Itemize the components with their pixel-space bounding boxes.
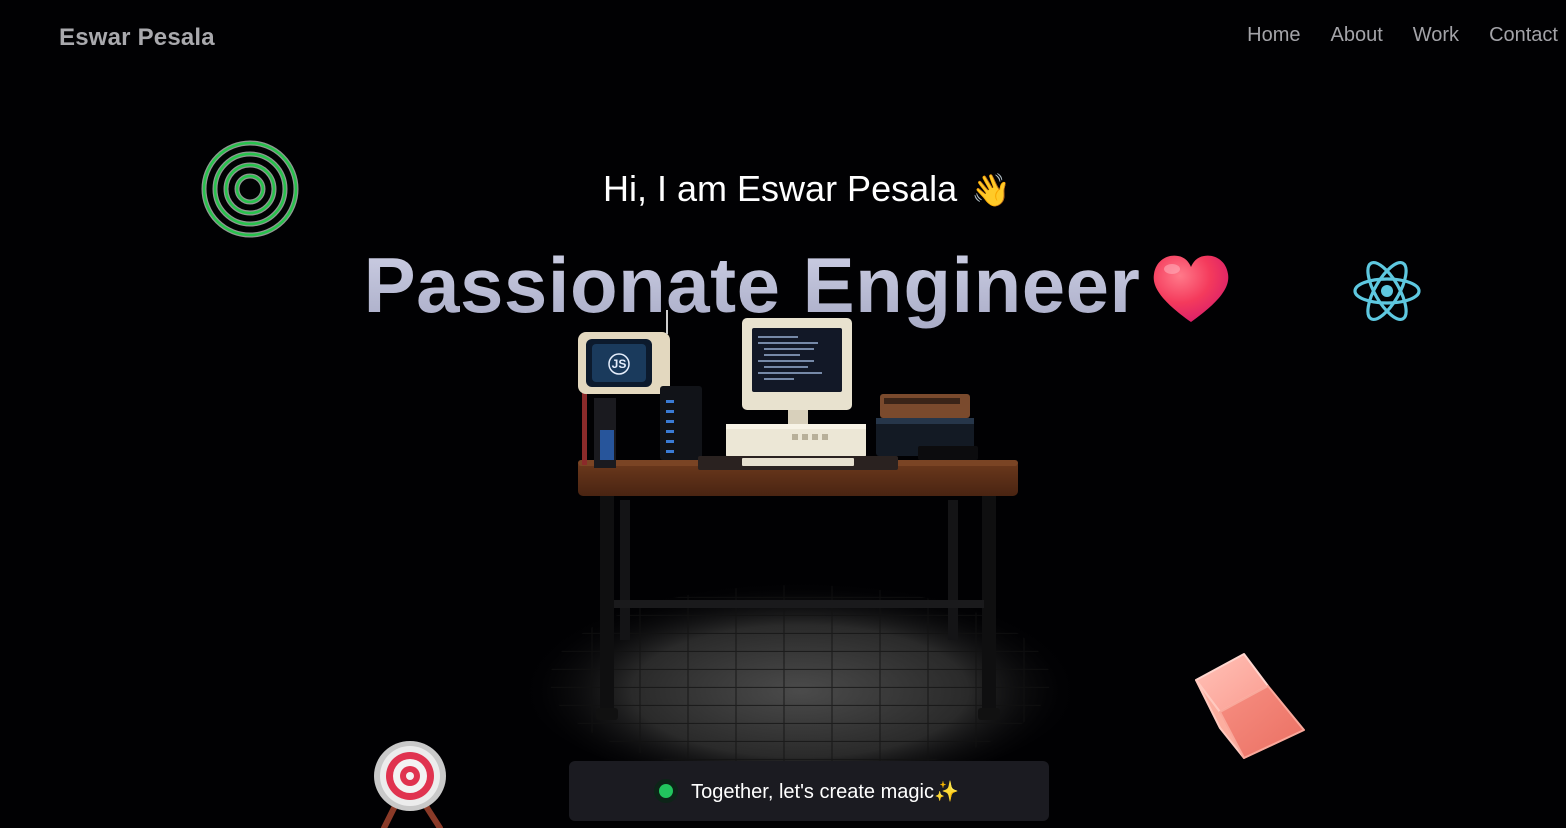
heart-icon (1153, 255, 1229, 322)
cube-icon (1195, 653, 1305, 759)
concentric-rings-icon (201, 140, 299, 238)
nav-link-contact[interactable]: Contact (1489, 24, 1558, 47)
svg-text:JS: JS (612, 357, 627, 371)
navbar: Eswar Pesala Home About Work Contact (0, 0, 1566, 76)
desk-setup-illustration: JS (520, 310, 1080, 780)
cta-button[interactable]: Together, let's create magic✨ (569, 761, 1049, 821)
brand-logo[interactable]: Eswar Pesala (59, 24, 215, 52)
nav-link-about[interactable]: About (1330, 24, 1382, 47)
target-icon (374, 741, 446, 828)
page: Eswar Pesala Home About Work Contact Hi,… (0, 0, 1566, 828)
nav-link-home[interactable]: Home (1247, 24, 1300, 47)
wave-emoji: 👋 (971, 172, 1011, 208)
nav-links: Home About Work Contact (1247, 24, 1558, 47)
react-icon (1353, 261, 1421, 321)
greeting-text: Hi, I am Eswar Pesala (603, 168, 958, 209)
nav-link-work[interactable]: Work (1413, 24, 1459, 47)
cta-label: Together, let's create magic✨ (691, 780, 959, 803)
status-dot (659, 784, 674, 798)
